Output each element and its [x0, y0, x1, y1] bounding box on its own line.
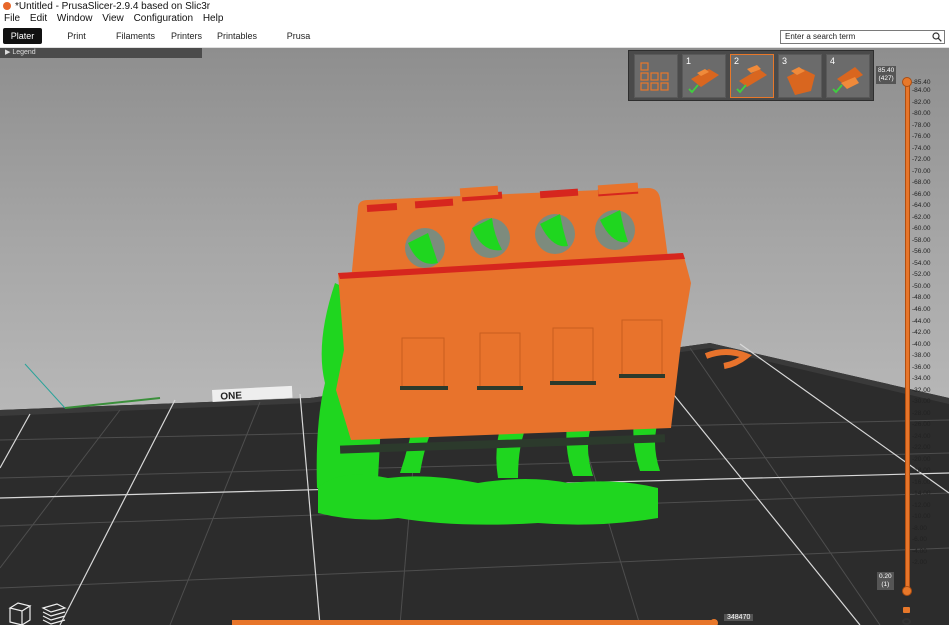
- tab-plater[interactable]: Plater: [3, 28, 42, 44]
- layer-tick-label: -44.00: [912, 317, 931, 325]
- layer-tick-label: -62.00: [912, 213, 931, 221]
- bottom-height: 0.20: [879, 573, 892, 580]
- object-number: 2: [734, 56, 740, 66]
- layer-tick-label: -52.00: [912, 271, 931, 279]
- object-thumb-4[interactable]: 4: [826, 54, 870, 98]
- object-number: 1: [686, 56, 692, 66]
- layer-tick-label: -22.00: [912, 444, 931, 452]
- prusaslicer-logo-icon: [3, 2, 11, 10]
- layer-tick-label: -42.00: [912, 329, 931, 337]
- tab-filaments[interactable]: Filaments: [114, 28, 157, 44]
- check-icon: [688, 84, 699, 94]
- search-input[interactable]: Enter a search term: [780, 30, 945, 44]
- title-bar: *Untitled - PrusaSlicer-2.9.4 based on S…: [0, 0, 949, 13]
- layer-tick-label: -32.00: [912, 386, 931, 394]
- preview-layers-icon[interactable]: [40, 600, 68, 625]
- layer-tick-label: -76.00: [912, 133, 931, 141]
- layer-tick-label: -68.00: [912, 179, 931, 187]
- layer-tick-label: -56.00: [912, 248, 931, 256]
- layer-tick-label: -36.00: [912, 363, 931, 371]
- layer-tick-label: -16.00: [912, 478, 931, 486]
- tab-prusa-connect[interactable]: Prusa Connect: [270, 28, 327, 57]
- objects-panel: 1 2 3 4: [628, 50, 874, 101]
- layer-tick-label: -8.00: [912, 524, 927, 532]
- bottom-layer: (1): [881, 581, 890, 588]
- layer-tick-label: -78.00: [912, 121, 931, 129]
- menu-bar: File Edit Window View Configuration Help: [0, 13, 949, 25]
- tab-bar: Plater Print Settings Filaments Printers…: [0, 25, 949, 57]
- layer-tick-label: -60.00: [912, 225, 931, 233]
- layer-tick-label: -54.00: [912, 259, 931, 267]
- check-icon: [832, 84, 843, 94]
- menu-help[interactable]: Help: [203, 13, 224, 24]
- layer-tick-label: -10.00: [912, 513, 931, 521]
- menu-configuration[interactable]: Configuration: [134, 13, 193, 24]
- object-thumb-2[interactable]: 2: [730, 54, 774, 98]
- menu-window[interactable]: Window: [57, 13, 93, 24]
- layer-slider-top-label: 85.40 (427): [876, 66, 897, 84]
- layer-tick-label: -64.00: [912, 202, 931, 210]
- layer-tick-label: -30.00: [912, 398, 931, 406]
- top-layer: (427): [878, 75, 894, 82]
- layer-tick-label: -34.00: [912, 375, 931, 383]
- object-number: 4: [830, 56, 836, 66]
- layer-tick-label: -28.00: [912, 409, 931, 417]
- layer-tick-label: -58.00: [912, 236, 931, 244]
- layer-tick-label: -38.00: [912, 352, 931, 360]
- 3d-viewport[interactable]: ONE ▶ Legend 1 2 3 4 85.40 (427) 0.20 (1…: [0, 48, 949, 625]
- tab-print-settings[interactable]: Print Settings: [50, 28, 103, 57]
- layer-tick-label: -82.00: [912, 98, 931, 106]
- layer-slider-bottom-label: 0.20 (1): [877, 572, 894, 590]
- layer-tick-label: -12.00: [912, 501, 931, 509]
- 3d-view-icon[interactable]: [6, 600, 34, 625]
- layer-tick-label: -26.00: [912, 421, 931, 429]
- settings-cog-icon[interactable]: [902, 618, 911, 625]
- moves-slider-value: 348470: [724, 614, 754, 621]
- object-thumb-3[interactable]: 3: [778, 54, 822, 98]
- tab-printers[interactable]: Printers: [168, 28, 205, 44]
- layer-tick-label: -2.00: [912, 559, 927, 567]
- moves-slider-thumb[interactable]: [710, 619, 718, 625]
- layer-tick-label: -80.00: [912, 110, 931, 118]
- lock-icon[interactable]: [903, 607, 910, 613]
- layer-slider-track[interactable]: [905, 82, 910, 592]
- moves-slider-track[interactable]: [232, 620, 717, 625]
- search-icon: [932, 32, 942, 42]
- layer-tick-label: -20.00: [912, 455, 931, 463]
- search-placeholder: Enter a search term: [785, 32, 856, 41]
- layer-tick-label: -14.00: [912, 490, 931, 498]
- layer-tick-label: -85.40: [912, 79, 931, 86]
- layer-tick-label: -72.00: [912, 156, 931, 164]
- menu-edit[interactable]: Edit: [30, 13, 47, 24]
- object-number: 3: [782, 56, 788, 66]
- layer-slider-bottom-thumb[interactable]: [902, 586, 912, 596]
- layer-tick-label: -18.00: [912, 467, 931, 475]
- layer-tick-label: -66.00: [912, 190, 931, 198]
- layer-tick-label: -40.00: [912, 340, 931, 348]
- menu-file[interactable]: File: [4, 13, 20, 24]
- arrange-button[interactable]: [634, 54, 678, 98]
- check-icon: [736, 84, 747, 94]
- layer-tick-label: -48.00: [912, 294, 931, 302]
- legend-toggle[interactable]: ▶ Legend: [0, 48, 202, 58]
- object-thumb-1[interactable]: 1: [682, 54, 726, 98]
- layer-tick-label: -50.00: [912, 282, 931, 290]
- preview-scene: ONE: [0, 182, 949, 625]
- layer-tick-label: -84.00: [912, 87, 931, 95]
- window-title: *Untitled - PrusaSlicer-2.9.4 based on S…: [15, 1, 211, 12]
- arrange-grid-icon: [640, 62, 669, 91]
- layer-tick-label: -24.00: [912, 432, 931, 440]
- layer-tick-label: -74.00: [912, 144, 931, 152]
- layer-slider-top-thumb[interactable]: [902, 77, 912, 87]
- top-height: 85.40: [878, 67, 895, 74]
- bed-logo: ONE: [220, 390, 243, 402]
- sliced-model: [336, 182, 691, 454]
- layer-tick-label: -46.00: [912, 305, 931, 313]
- legend-label: Legend: [12, 49, 36, 56]
- layer-tick-label: -6.00: [912, 536, 927, 544]
- layer-tick-label: -70.00: [912, 167, 931, 175]
- tab-printables[interactable]: Printables: [216, 28, 258, 44]
- layer-tick-label: -4.00: [912, 547, 927, 555]
- menu-view[interactable]: View: [102, 13, 124, 24]
